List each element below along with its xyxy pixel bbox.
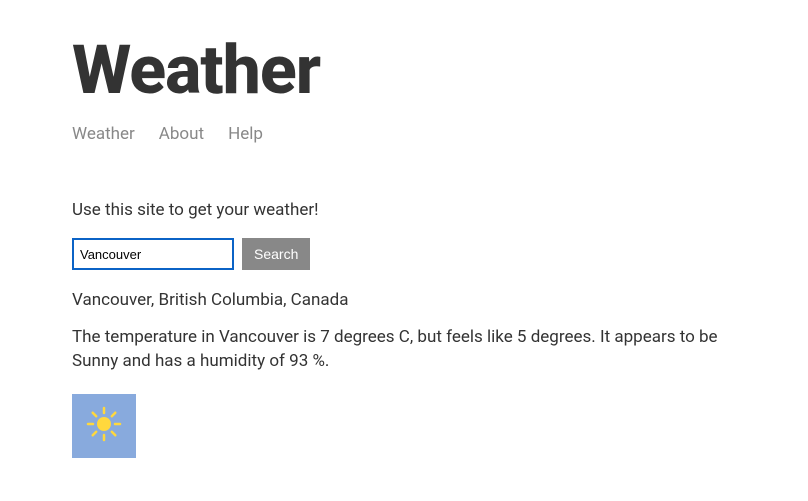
search-row: Search [72,238,772,270]
weather-icon-box [72,394,136,458]
sun-icon [86,406,122,446]
search-button[interactable]: Search [242,238,310,270]
nav-about[interactable]: About [159,124,204,144]
search-input[interactable] [72,238,234,270]
nav-weather[interactable]: Weather [72,124,135,144]
intro-text: Use this site to get your weather! [72,200,772,220]
nav-help[interactable]: Help [228,124,263,144]
main-nav: Weather About Help [72,124,772,144]
result-description: The temperature in Vancouver is 7 degree… [72,326,732,374]
result-location: Vancouver, British Columbia, Canada [72,290,772,310]
page-title: Weather [72,36,772,104]
